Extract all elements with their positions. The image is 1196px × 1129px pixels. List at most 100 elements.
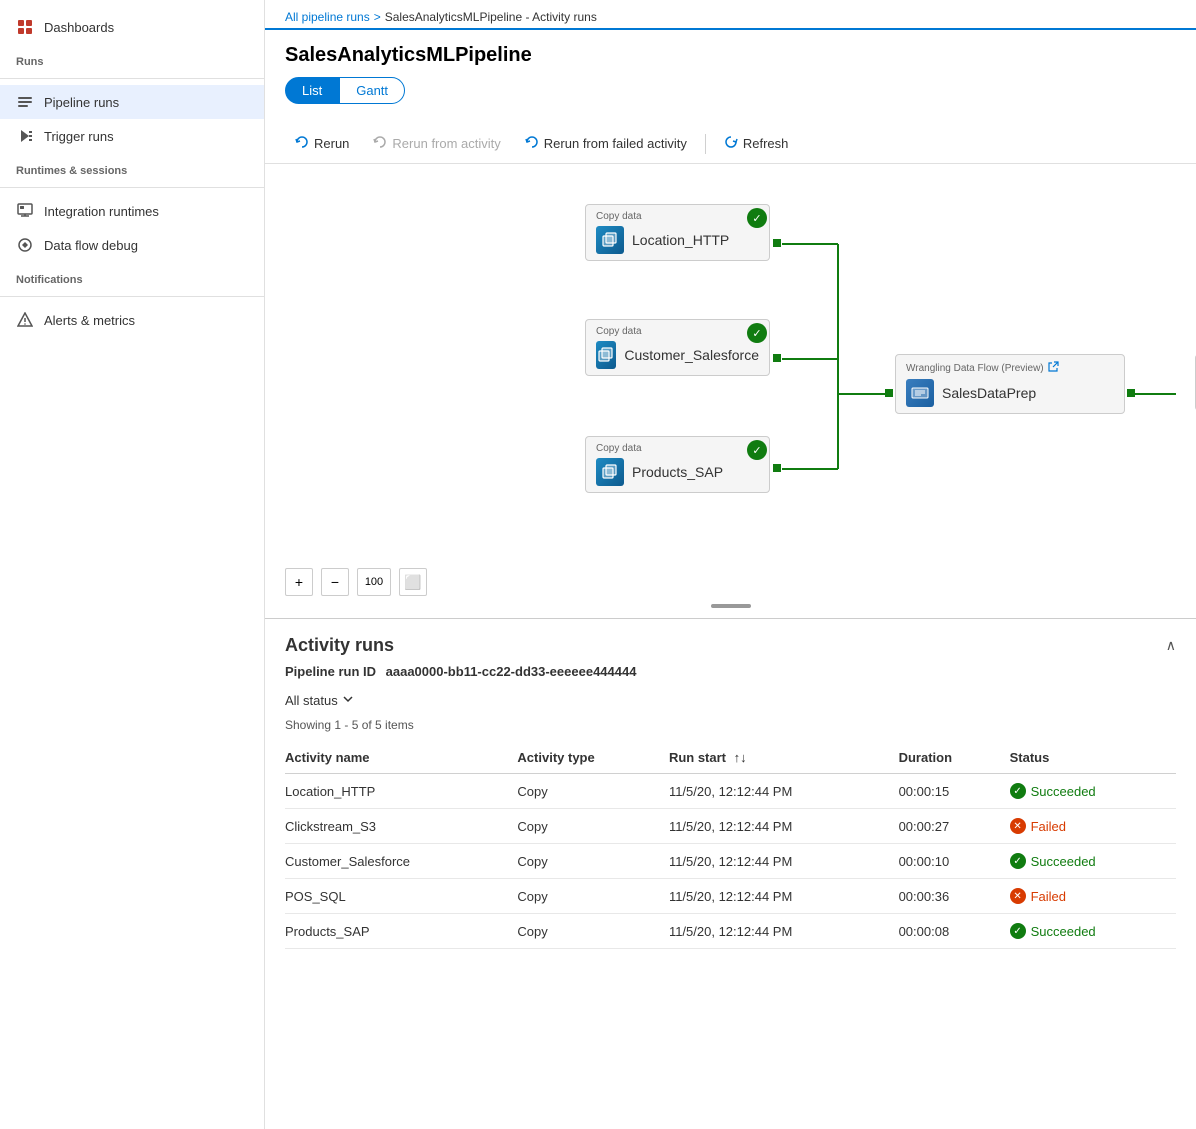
list-view-button[interactable]: List bbox=[285, 77, 339, 104]
breadcrumb: All pipeline runs > SalesAnalyticsMLPipe… bbox=[265, 0, 1196, 30]
cell-activity-name: Location_HTTP bbox=[285, 774, 517, 809]
table-row[interactable]: Customer_Salesforce Copy 11/5/20, 12:12:… bbox=[285, 844, 1176, 879]
status-badge: Succeeded bbox=[1031, 924, 1096, 939]
node3-copy-icon bbox=[596, 458, 624, 486]
zoom-out-button[interactable]: − bbox=[321, 568, 349, 596]
activity-runs-table: Activity name Activity type Run start ↑↓… bbox=[285, 742, 1176, 949]
node2-body: ✓ Customer_Salesforce bbox=[596, 341, 759, 369]
col-activity-name: Activity name bbox=[285, 742, 517, 774]
integration-runtimes-label: Integration runtimes bbox=[44, 204, 159, 219]
col-duration: Duration bbox=[899, 742, 1010, 774]
sidebar-item-integration-runtimes[interactable]: Integration runtimes bbox=[0, 194, 264, 228]
refresh-button[interactable]: Refresh bbox=[714, 130, 799, 157]
status-filter-label: All status bbox=[285, 693, 338, 708]
pipeline-run-id: Pipeline run ID aaaa0000-bb11-cc22-dd33-… bbox=[285, 664, 1176, 679]
cell-duration: 00:00:36 bbox=[899, 879, 1010, 914]
sidebar-divider-3 bbox=[0, 296, 264, 297]
cell-run-start: 11/5/20, 12:12:44 PM bbox=[669, 914, 899, 949]
collapse-button[interactable]: ∧ bbox=[1166, 637, 1176, 654]
toolbar-divider bbox=[705, 134, 706, 154]
status-success-icon: ✓ bbox=[1010, 853, 1026, 869]
trigger-runs-icon bbox=[16, 127, 34, 145]
pipeline-runs-label: Pipeline runs bbox=[44, 95, 119, 110]
activity-runs-section: Activity runs ∧ Pipeline run ID aaaa0000… bbox=[265, 619, 1196, 965]
runs-section-label: Runs bbox=[0, 44, 264, 72]
status-badge: Succeeded bbox=[1031, 854, 1096, 869]
view-toggle: List Gantt bbox=[285, 77, 1176, 104]
activity-runs-title: Activity runs bbox=[285, 635, 394, 656]
col-run-start: Run start ↑↓ bbox=[669, 742, 899, 774]
canvas-controls: + − 100 ⬜ bbox=[285, 564, 1176, 596]
col-activity-type: Activity type bbox=[517, 742, 669, 774]
col-status: Status bbox=[1010, 742, 1176, 774]
sidebar-item-pipeline-runs[interactable]: Pipeline runs bbox=[0, 85, 264, 119]
breadcrumb-parent[interactable]: All pipeline runs bbox=[285, 10, 370, 24]
rerun-from-activity-label: Rerun from activity bbox=[392, 136, 500, 151]
external-link-icon bbox=[1048, 361, 1059, 375]
page-title: SalesAnalyticsMLPipeline bbox=[285, 44, 1176, 67]
breadcrumb-separator: > bbox=[374, 10, 381, 24]
alerts-metrics-label: Alerts & metrics bbox=[44, 313, 135, 328]
rerun-button[interactable]: Rerun bbox=[285, 130, 359, 157]
node4-type-label: Wrangling Data Flow (Preview) bbox=[906, 361, 1114, 375]
cell-activity-type: Copy bbox=[517, 914, 669, 949]
data-flow-debug-icon bbox=[16, 236, 34, 254]
table-header-row: Activity name Activity type Run start ↑↓… bbox=[285, 742, 1176, 774]
zoom-in-button[interactable]: + bbox=[285, 568, 313, 596]
pipeline-header: SalesAnalyticsMLPipeline List Gantt bbox=[265, 30, 1196, 124]
table-row[interactable]: Products_SAP Copy 11/5/20, 12:12:44 PM 0… bbox=[285, 914, 1176, 949]
cell-activity-name: Customer_Salesforce bbox=[285, 844, 517, 879]
node1-success-icon: ✓ bbox=[747, 208, 767, 228]
sidebar: Dashboards Runs Pipeline runs Trigger ru… bbox=[0, 0, 265, 1129]
rerun-icon bbox=[295, 135, 309, 152]
node3-success-icon: ✓ bbox=[747, 440, 767, 460]
node1-copy-icon bbox=[596, 226, 624, 254]
cell-activity-type: Copy bbox=[517, 809, 669, 844]
toolbar: Rerun Rerun from activity bbox=[265, 124, 1196, 164]
cell-status: ✕ Failed bbox=[1010, 809, 1176, 844]
cell-status: ✓ Succeeded bbox=[1010, 914, 1176, 949]
status-success-icon: ✓ bbox=[1010, 923, 1026, 939]
node1-body: ✓ Location_HTTP bbox=[596, 226, 759, 254]
node-customer-salesforce[interactable]: Copy data ✓ Customer_Salesforce bbox=[585, 319, 770, 376]
gantt-view-button[interactable]: Gantt bbox=[339, 77, 405, 104]
node4-body: SalesDataPrep bbox=[906, 379, 1114, 407]
table-row[interactable]: Location_HTTP Copy 11/5/20, 12:12:44 PM … bbox=[285, 774, 1176, 809]
sidebar-item-trigger-runs[interactable]: Trigger runs bbox=[0, 119, 264, 153]
refresh-label: Refresh bbox=[743, 136, 789, 151]
node-products-sap[interactable]: Copy data ✓ Products_SAP bbox=[585, 436, 770, 493]
alerts-icon bbox=[16, 311, 34, 329]
pipeline-runs-icon bbox=[16, 93, 34, 111]
rerun-from-activity-button[interactable]: Rerun from activity bbox=[363, 130, 510, 157]
node-location-http[interactable]: Copy data ✓ Location_HTTP bbox=[585, 204, 770, 261]
node3-name: Products_SAP bbox=[632, 464, 723, 480]
items-count: Showing 1 - 5 of 5 items bbox=[285, 718, 1176, 732]
breadcrumb-current: SalesAnalyticsMLPipeline - Activity runs bbox=[385, 10, 597, 24]
pipeline-run-id-label: Pipeline run ID bbox=[285, 664, 376, 679]
table-row[interactable]: Clickstream_S3 Copy 11/5/20, 12:12:44 PM… bbox=[285, 809, 1176, 844]
status-badge: Failed bbox=[1031, 889, 1066, 904]
node2-type-label: Copy data bbox=[596, 326, 759, 337]
cell-activity-type: Copy bbox=[517, 844, 669, 879]
pipeline-canvas-area: Copy data ✓ Location_HTTP bbox=[265, 164, 1196, 619]
cell-activity-type: Copy bbox=[517, 774, 669, 809]
rerun-from-failed-button[interactable]: Rerun from failed activity bbox=[515, 130, 697, 157]
expand-button[interactable]: ⬜ bbox=[399, 568, 427, 596]
status-badge: Failed bbox=[1031, 819, 1066, 834]
node-sales-data-prep[interactable]: Wrangling Data Flow (Preview) bbox=[895, 354, 1125, 414]
sidebar-item-data-flow-debug[interactable]: Data flow debug bbox=[0, 228, 264, 262]
cell-activity-name: POS_SQL bbox=[285, 879, 517, 914]
status-failed-icon: ✕ bbox=[1010, 818, 1026, 834]
integration-runtimes-icon bbox=[16, 202, 34, 220]
cell-run-start: 11/5/20, 12:12:44 PM bbox=[669, 879, 899, 914]
cell-status: ✓ Succeeded bbox=[1010, 774, 1176, 809]
sidebar-item-dashboards[interactable]: Dashboards bbox=[0, 10, 264, 44]
status-filter[interactable]: All status bbox=[285, 689, 1176, 712]
pipeline-run-id-value: aaaa0000-bb11-cc22-dd33-eeeeee444444 bbox=[386, 664, 637, 679]
sort-icon: ↑↓ bbox=[734, 750, 747, 765]
fit-view-button[interactable]: 100 bbox=[357, 568, 391, 596]
cell-run-start: 11/5/20, 12:12:44 PM bbox=[669, 844, 899, 879]
pipeline-canvas: Copy data ✓ Location_HTTP bbox=[285, 184, 1176, 564]
table-row[interactable]: POS_SQL Copy 11/5/20, 12:12:44 PM 00:00:… bbox=[285, 879, 1176, 914]
sidebar-item-alerts-metrics[interactable]: Alerts & metrics bbox=[0, 303, 264, 337]
